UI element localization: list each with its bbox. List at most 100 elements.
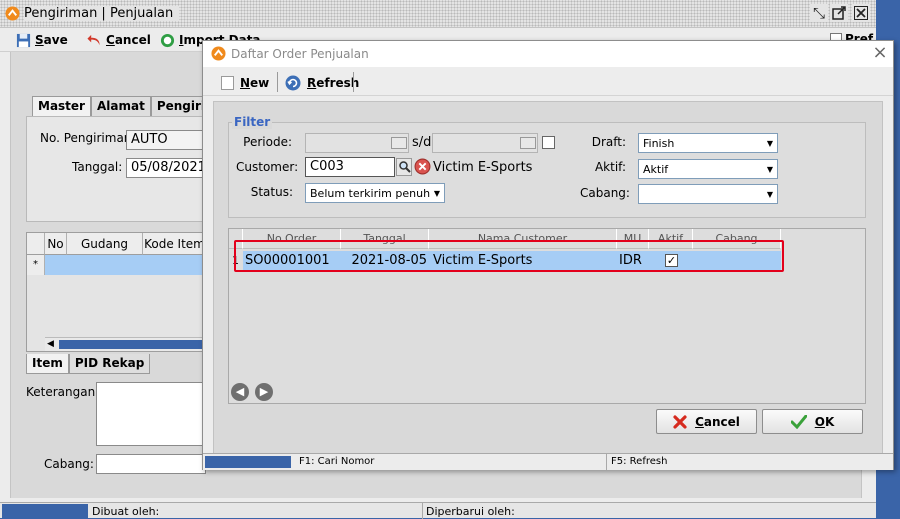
window-title: Pengiriman | Penjualan bbox=[24, 6, 180, 21]
save-label: Save bbox=[35, 33, 68, 47]
bottom-tabbar: Item PID Rekap bbox=[26, 354, 151, 374]
sd-label: s/d bbox=[412, 135, 432, 150]
save-button[interactable]: Save bbox=[16, 31, 68, 49]
aktif-label: Aktif: bbox=[594, 160, 626, 174]
tab-master[interactable]: Master bbox=[32, 96, 91, 116]
customer-label: Customer: bbox=[236, 160, 299, 174]
close-icon[interactable] bbox=[852, 4, 870, 22]
dialog-cancel-label: Cancel bbox=[695, 414, 740, 429]
toolbar-separator bbox=[353, 72, 354, 92]
dialog-cancel-button[interactable]: Cancel bbox=[656, 409, 757, 434]
new-button[interactable]: New bbox=[221, 74, 269, 92]
cancel-icon bbox=[87, 34, 100, 45]
calendar-icon[interactable] bbox=[520, 137, 536, 149]
item-grid: No Gudang Kode Item * ◀ bbox=[26, 232, 209, 352]
status-value: Belum terkirim penuh bbox=[310, 186, 431, 200]
customer-name: Victim E-Sports bbox=[433, 160, 533, 175]
filter-legend: Filter bbox=[232, 115, 273, 129]
tab-item[interactable]: Item bbox=[26, 354, 69, 374]
cancel-label: Cancel bbox=[106, 33, 151, 47]
grid-header-kode-item[interactable]: Kode Item bbox=[143, 233, 207, 255]
dialog-ok-label: OK bbox=[814, 414, 835, 429]
new-label: New bbox=[240, 76, 270, 90]
tab-master-label: Master bbox=[38, 99, 85, 113]
periode-label: Periode: bbox=[243, 135, 292, 149]
status-divider bbox=[422, 503, 423, 519]
dialog-titlebar: Daftar Order Penjualan × bbox=[203, 41, 893, 67]
tab-pid-rekap[interactable]: PID Rekap bbox=[68, 354, 151, 374]
no-pengiriman-label: No. Pengiriman: bbox=[40, 131, 136, 145]
clear-icon bbox=[414, 158, 431, 175]
main-titlebar: Pengiriman | Penjualan ⤡ bbox=[0, 0, 876, 28]
refresh-label: Refresh bbox=[307, 76, 360, 90]
nav-next-icon[interactable]: ▶ bbox=[255, 383, 273, 401]
dialog-logo-icon bbox=[211, 46, 226, 64]
customer-clear-button[interactable] bbox=[414, 158, 432, 176]
status-progress bbox=[2, 504, 88, 518]
dropdown-arrow-icon: ▼ bbox=[766, 138, 773, 148]
tab-item-label: Item bbox=[32, 356, 63, 370]
tab-alamat[interactable]: Alamat bbox=[90, 96, 151, 116]
dialog-statusbar: F1: Cari Nomor F5: Refresh bbox=[203, 453, 893, 470]
periode-from-field[interactable] bbox=[305, 133, 409, 153]
aktif-value: Aktif bbox=[643, 162, 669, 176]
cabang-filter-label: Cabang: bbox=[580, 186, 630, 200]
main-statusbar: Dibuat oleh: Diperbarui oleh: bbox=[0, 502, 876, 519]
search-icon bbox=[399, 161, 411, 173]
highlight-box bbox=[234, 240, 784, 272]
created-by-label: Dibuat oleh: bbox=[92, 505, 160, 518]
dropdown-arrow-icon: ▼ bbox=[766, 189, 773, 199]
customer-code-field[interactable]: C003 bbox=[305, 157, 395, 177]
grid-header-gudang[interactable]: Gudang bbox=[67, 233, 143, 255]
draft-select[interactable]: Finish ▼ bbox=[638, 133, 778, 153]
tanggal-label: Tanggal: bbox=[72, 160, 123, 174]
tab-alamat-label: Alamat bbox=[96, 99, 145, 113]
cabang-field[interactable] bbox=[96, 454, 206, 474]
status-label: Status: bbox=[250, 185, 293, 199]
status-f1: F1: Cari Nomor bbox=[295, 454, 607, 470]
customer-search-button[interactable] bbox=[396, 158, 412, 176]
draft-value: Finish bbox=[643, 136, 675, 150]
toolbar-separator bbox=[277, 72, 278, 92]
dialog-status-progress bbox=[205, 456, 291, 468]
dialog-close-icon[interactable]: × bbox=[871, 44, 889, 62]
refresh-button[interactable]: Refresh bbox=[285, 74, 359, 92]
tab-pid-rekap-label: PID Rekap bbox=[74, 356, 145, 370]
table-row[interactable] bbox=[45, 255, 207, 275]
draft-label: Draft: bbox=[591, 135, 626, 149]
keterangan-textarea[interactable] bbox=[96, 382, 206, 446]
periode-checkbox[interactable] bbox=[542, 136, 555, 149]
status-select[interactable]: Belum terkirim penuh ▼ bbox=[305, 183, 445, 203]
calendar-icon[interactable] bbox=[391, 137, 407, 149]
scrollbar-thumb[interactable] bbox=[59, 340, 209, 349]
status-f5: F5: Refresh bbox=[611, 456, 668, 467]
dropdown-arrow-icon: ▼ bbox=[766, 164, 773, 174]
import-icon bbox=[160, 33, 175, 47]
cabang-select[interactable]: ▼ bbox=[638, 184, 778, 204]
periode-to-field[interactable] bbox=[432, 133, 538, 153]
horizontal-scrollbar[interactable]: ◀ bbox=[45, 337, 209, 351]
save-icon bbox=[16, 33, 31, 47]
new-icon bbox=[221, 76, 234, 90]
no-pengiriman-field[interactable]: AUTO bbox=[126, 130, 206, 150]
aktif-select[interactable]: Aktif ▼ bbox=[638, 159, 778, 179]
dialog-title: Daftar Order Penjualan bbox=[231, 47, 369, 61]
dialog-toolbar: New Refresh bbox=[203, 68, 893, 96]
ok-check-icon bbox=[790, 414, 807, 429]
dropdown-arrow-icon: ▼ bbox=[433, 188, 440, 198]
scroll-left-icon[interactable]: ◀ bbox=[47, 339, 54, 349]
grid-header-no[interactable]: No bbox=[45, 233, 67, 255]
keterangan-label: Keterangan: bbox=[26, 385, 100, 399]
cancel-button[interactable]: Cancel bbox=[86, 31, 151, 49]
cabang-label: Cabang: bbox=[44, 457, 94, 471]
dialog-ok-button[interactable]: OK bbox=[762, 409, 863, 434]
grid-corner bbox=[27, 233, 45, 255]
tanggal-field[interactable]: 05/08/2021 bbox=[126, 158, 206, 178]
restore-icon[interactable]: ⤡ bbox=[810, 4, 828, 22]
refresh-icon bbox=[285, 75, 301, 91]
new-row-marker: * bbox=[27, 255, 45, 275]
app-logo-icon bbox=[5, 6, 20, 24]
maximize-icon[interactable] bbox=[830, 4, 848, 22]
nav-prev-icon[interactable]: ◀ bbox=[231, 383, 249, 401]
updated-by-label: Diperbarui oleh: bbox=[426, 505, 515, 518]
